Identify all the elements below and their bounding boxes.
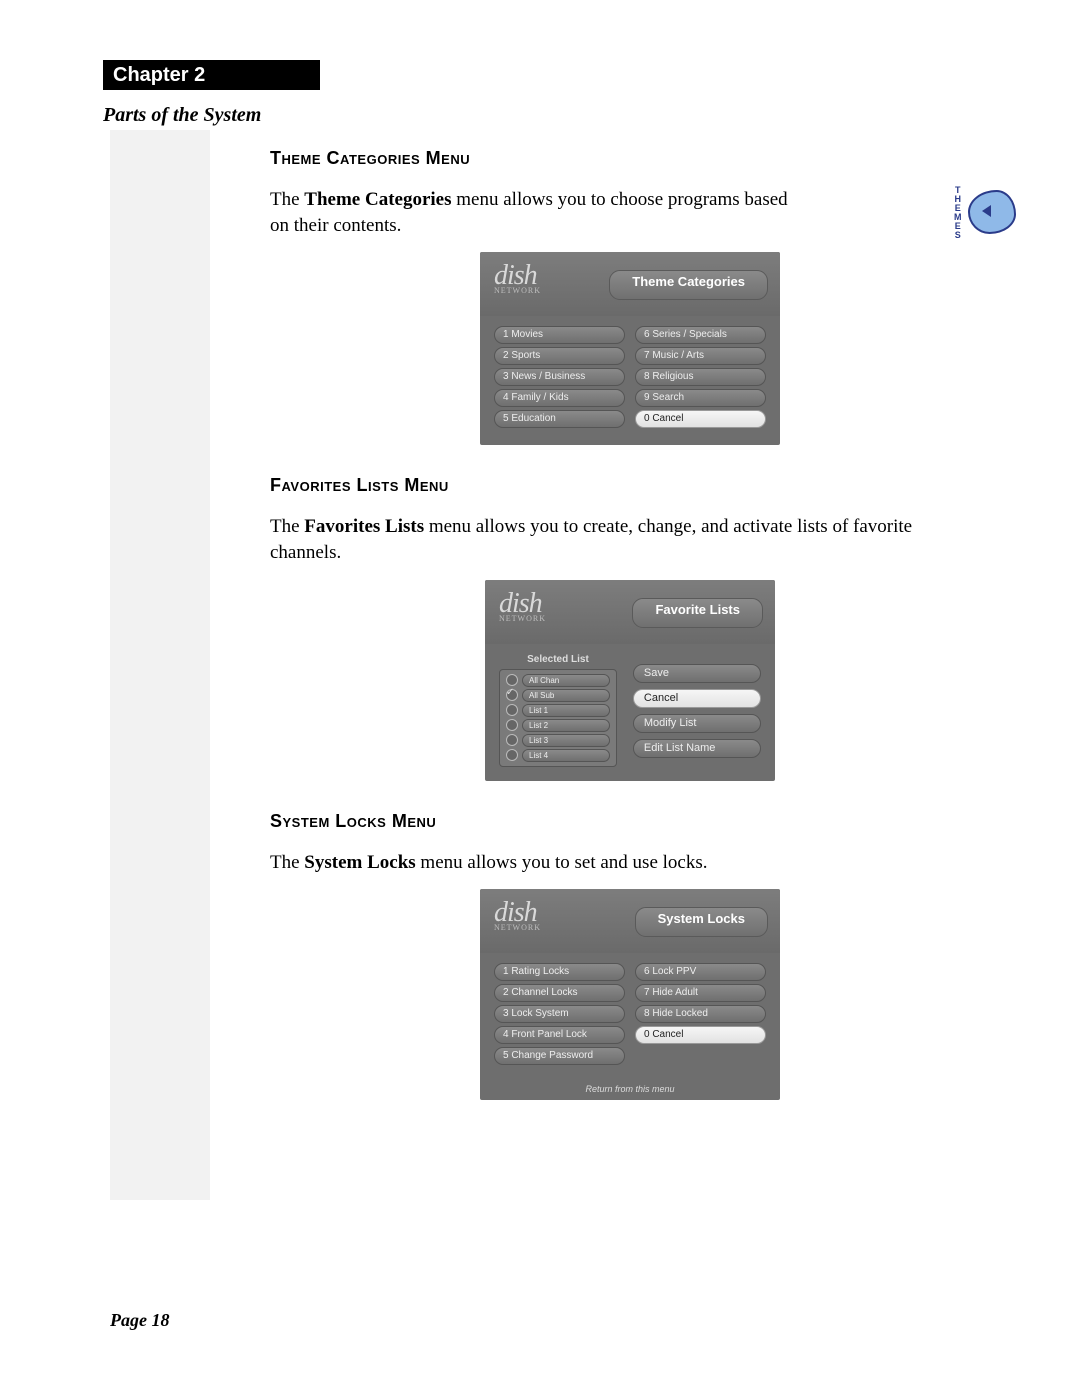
- radio-icon[interactable]: [506, 719, 518, 731]
- subheading-favorites-lists: Favorites Lists Menu: [270, 475, 990, 496]
- list-item-label: List 3: [522, 734, 610, 747]
- list-item[interactable]: All Chan: [506, 674, 610, 687]
- action-buttons: Save Cancel Modify List Edit List Name: [633, 654, 761, 767]
- list-item[interactable]: List 2: [506, 719, 610, 732]
- dish-logo: dishNETWORK: [494, 897, 541, 932]
- radio-icon-checked[interactable]: [506, 689, 518, 701]
- screenshot-title-badge: System Locks: [635, 907, 768, 937]
- selected-list-box: All Chan All Sub List 1 List 2 List 3 Li…: [499, 669, 617, 767]
- screenshot-body: Selected List All Chan All Sub List 1 Li…: [485, 644, 775, 781]
- menu-item[interactable]: 4 Front Panel Lock: [494, 1026, 625, 1044]
- screenshot-body: 1 Rating Locks 6 Lock PPV 2 Channel Locks…: [480, 953, 780, 1082]
- list-item[interactable]: All Sub: [506, 689, 610, 702]
- menu-item-cancel[interactable]: 0 Cancel: [635, 410, 766, 428]
- dish-logo: dishNETWORK: [499, 588, 546, 623]
- menu-item[interactable]: 6 Lock PPV: [635, 963, 766, 981]
- page-number: Page 18: [110, 1310, 169, 1331]
- screenshot-header: dishNETWORK Favorite Lists: [485, 580, 775, 644]
- section-title: Parts of the System: [103, 104, 261, 127]
- radio-icon[interactable]: [506, 674, 518, 686]
- manual-page: Chapter 2 Parts of the System THEMES The…: [0, 0, 1080, 1397]
- content-area: Theme Categories Menu The Theme Categori…: [270, 138, 990, 1130]
- menu-item[interactable]: 2 Channel Locks: [494, 984, 625, 1002]
- bold-term: Theme Categories: [304, 189, 451, 210]
- menu-item[interactable]: 1 Rating Locks: [494, 963, 625, 981]
- menu-item[interactable]: 5 Education: [494, 410, 625, 428]
- chapter-heading: Chapter 2: [103, 60, 320, 90]
- list-item-label: List 1: [522, 704, 610, 717]
- save-button[interactable]: Save: [633, 664, 761, 683]
- text: The: [270, 852, 304, 873]
- menu-item[interactable]: 6 Series / Specials: [635, 326, 766, 344]
- edit-list-name-button[interactable]: Edit List Name: [633, 739, 761, 758]
- screenshot-theme-categories: dishNETWORK Theme Categories 1 Movies 6 S…: [480, 252, 780, 445]
- text: The: [270, 189, 304, 210]
- menu-item[interactable]: 7 Hide Adult: [635, 984, 766, 1002]
- paragraph-favorites-lists: The Favorites Lists menu allows you to c…: [270, 514, 950, 565]
- menu-item[interactable]: 1 Movies: [494, 326, 625, 344]
- return-hint: Return from this menu: [480, 1082, 780, 1100]
- selected-list-header: Selected List: [499, 654, 617, 665]
- screenshot-favorite-lists: dishNETWORK Favorite Lists Selected List…: [485, 580, 775, 781]
- list-item[interactable]: List 1: [506, 704, 610, 717]
- menu-item[interactable]: 8 Hide Locked: [635, 1005, 766, 1023]
- list-item-label: List 4: [522, 749, 610, 762]
- bold-term: Favorites Lists: [304, 516, 424, 537]
- text: menu allows you to set and use locks.: [416, 852, 708, 873]
- list-item[interactable]: List 4: [506, 749, 610, 762]
- text: The: [270, 516, 304, 537]
- menu-item[interactable]: 9 Search: [635, 389, 766, 407]
- menu-item[interactable]: 3 News / Business: [494, 368, 625, 386]
- subheading-theme-categories: Theme Categories Menu: [270, 148, 990, 169]
- menu-item[interactable]: 8 Religious: [635, 368, 766, 386]
- bold-term: System Locks: [304, 852, 415, 873]
- screenshot-body: 1 Movies 6 Series / Specials 2 Sports 7 Mu…: [480, 316, 780, 445]
- left-margin-column: [110, 130, 210, 1200]
- selected-list-panel: Selected List All Chan All Sub List 1 Li…: [499, 654, 617, 767]
- screenshot-system-locks: dishNETWORK System Locks 1 Rating Locks 6…: [480, 889, 780, 1100]
- radio-icon[interactable]: [506, 734, 518, 746]
- menu-item[interactable]: 5 Change Password: [494, 1047, 625, 1065]
- cancel-button[interactable]: Cancel: [633, 689, 761, 708]
- menu-item-cancel[interactable]: 0 Cancel: [635, 1026, 766, 1044]
- screenshot-title-badge: Favorite Lists: [632, 598, 763, 628]
- screenshot-header: dishNETWORK System Locks: [480, 889, 780, 953]
- radio-icon[interactable]: [506, 704, 518, 716]
- radio-icon[interactable]: [506, 749, 518, 761]
- menu-item[interactable]: 4 Family / Kids: [494, 389, 625, 407]
- screenshot-title-badge: Theme Categories: [609, 270, 768, 300]
- list-item[interactable]: List 3: [506, 734, 610, 747]
- list-item-label: All Chan: [522, 674, 610, 687]
- menu-item[interactable]: 7 Music / Arts: [635, 347, 766, 365]
- list-item-label: All Sub: [522, 689, 610, 702]
- menu-item[interactable]: 2 Sports: [494, 347, 625, 365]
- list-item-label: List 2: [522, 719, 610, 732]
- screenshot-header: dishNETWORK Theme Categories: [480, 252, 780, 316]
- paragraph-system-locks: The System Locks menu allows you to set …: [270, 850, 950, 876]
- subheading-system-locks: System Locks Menu: [270, 811, 990, 832]
- dish-logo: dishNETWORK: [494, 260, 541, 295]
- modify-list-button[interactable]: Modify List: [633, 714, 761, 733]
- menu-item[interactable]: 3 Lock System: [494, 1005, 625, 1023]
- paragraph-theme-categories: The Theme Categories menu allows you to …: [270, 187, 790, 238]
